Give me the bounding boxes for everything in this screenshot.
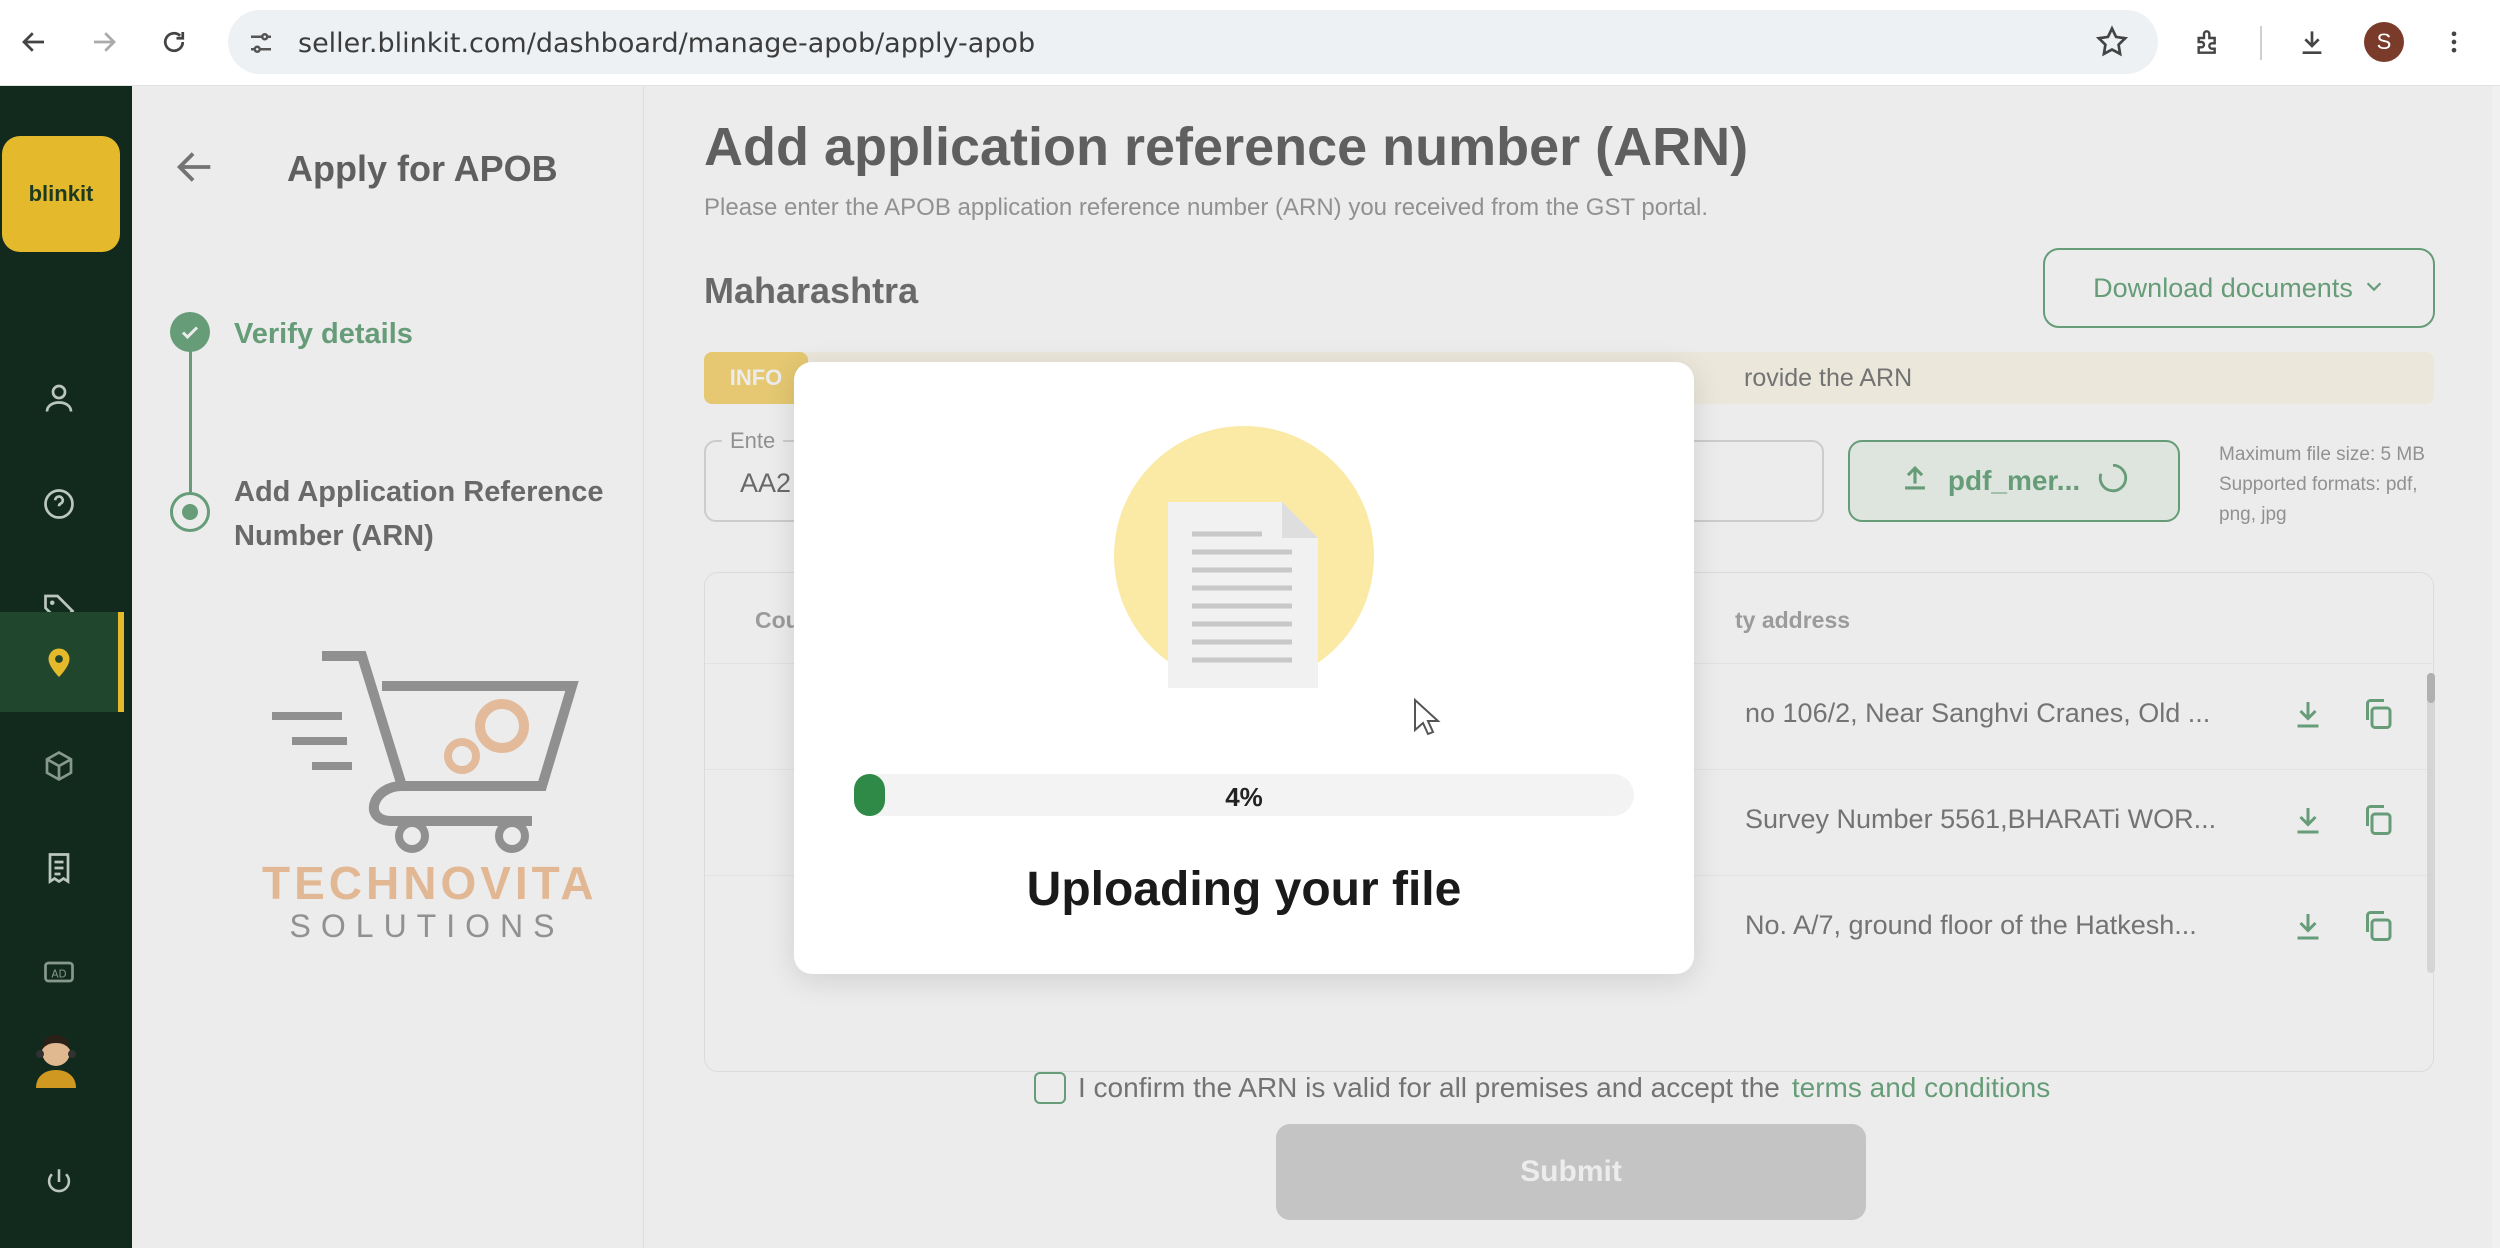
page-scrollbar[interactable]	[2492, 86, 2500, 1248]
upload-modal-title: Uploading your file	[1026, 863, 1462, 916]
extensions-icon[interactable]	[2186, 20, 2230, 64]
site-settings-icon[interactable]	[246, 28, 276, 58]
mouse-cursor-icon	[1413, 697, 1443, 738]
upload-progress-percent: 4%	[1225, 782, 1263, 812]
url-text[interactable]: seller.blinkit.com/dashboard/manage-apob…	[298, 28, 1035, 59]
upload-modal: 4% Uploading your file	[794, 362, 1694, 974]
toolbar-separator	[2260, 26, 2262, 60]
reload-icon[interactable]	[152, 20, 196, 64]
forward-icon[interactable]	[82, 20, 126, 64]
upload-progress-bar: 4%	[854, 774, 1634, 816]
browser-toolbar: seller.blinkit.com/dashboard/manage-apob…	[0, 0, 2500, 86]
download-icon[interactable]	[2290, 20, 2334, 64]
profile-avatar[interactable]: S	[2364, 22, 2404, 62]
bookmark-star-icon[interactable]	[2094, 24, 2130, 60]
document-icon	[1112, 424, 1376, 688]
menu-kebab-icon[interactable]	[2432, 20, 2476, 64]
back-icon[interactable]	[12, 20, 56, 64]
address-bar[interactable]: seller.blinkit.com/dashboard/manage-apob…	[228, 10, 2158, 74]
